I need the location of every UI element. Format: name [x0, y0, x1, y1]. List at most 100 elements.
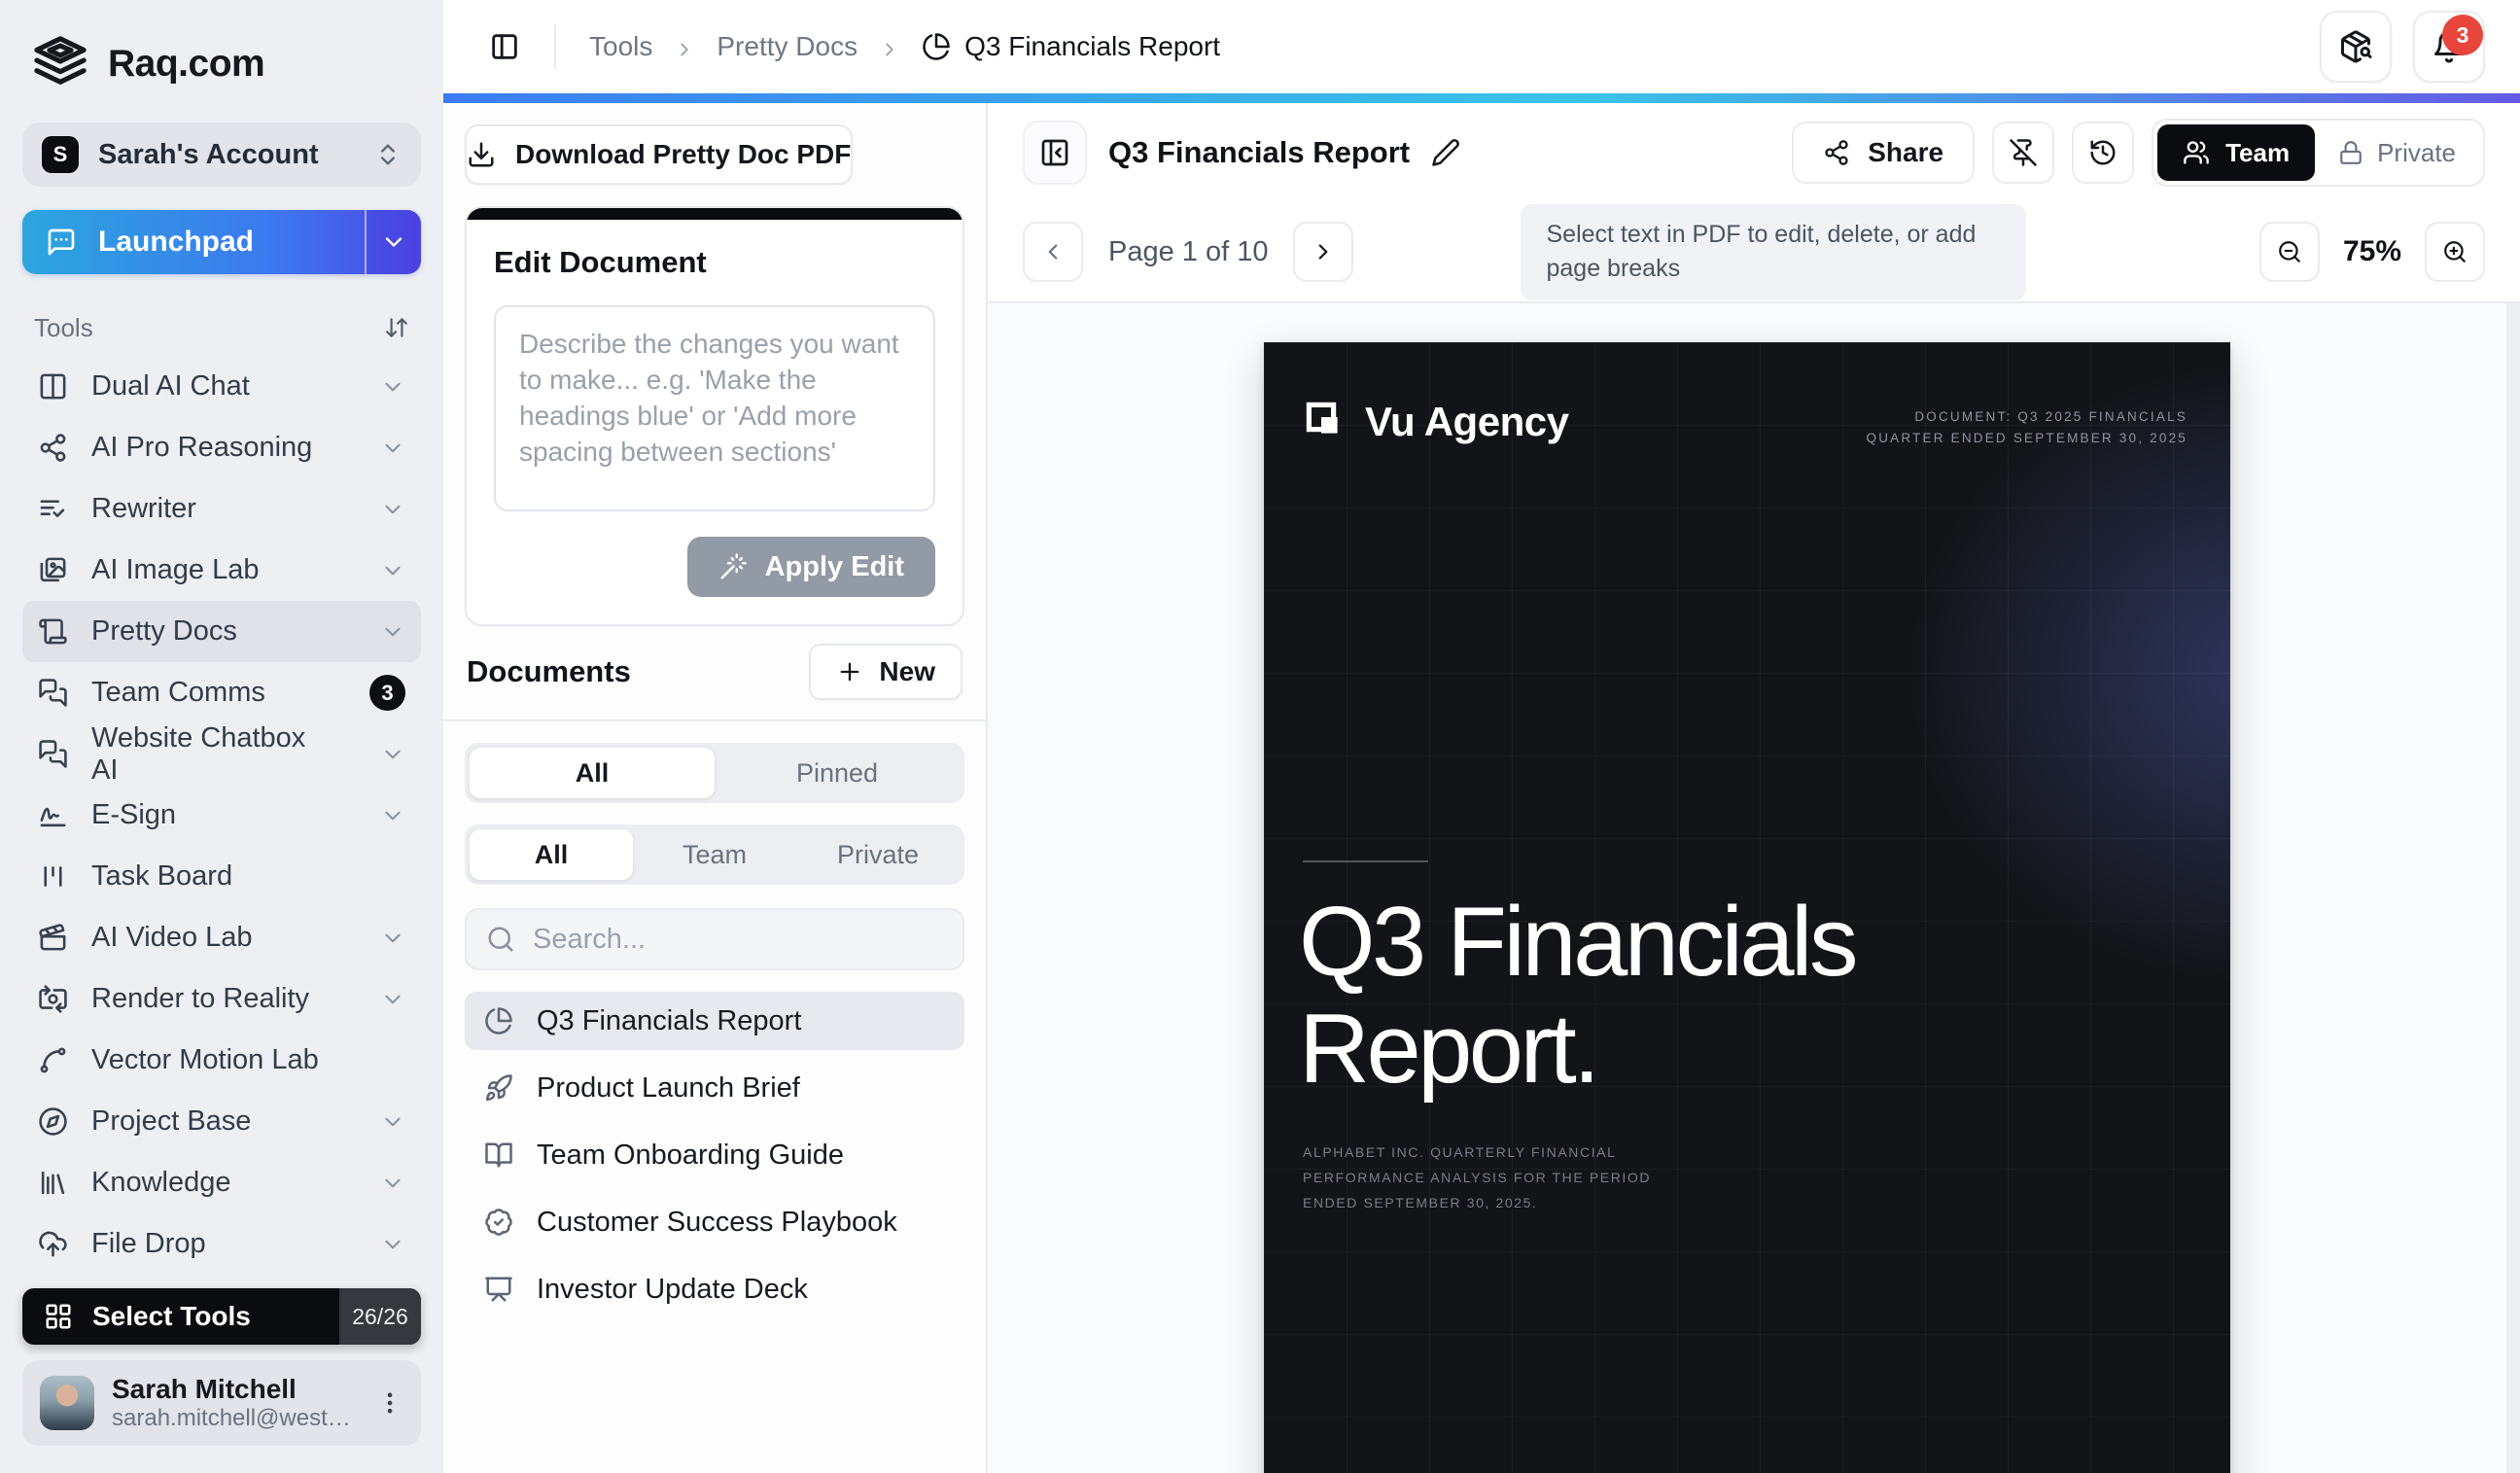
select-tools-button[interactable]: Select Tools 26/26: [22, 1288, 421, 1345]
next-page-button[interactable]: [1293, 222, 1353, 282]
sidebar-item-task-board[interactable]: Task Board: [22, 846, 421, 907]
launchpad-main[interactable]: Launchpad: [22, 210, 365, 274]
message-dots-icon: [46, 227, 77, 258]
tab-all[interactable]: All: [470, 829, 633, 880]
pdf-viewer: Q3 Financials Report Share: [988, 103, 2520, 1473]
visibility-private-button[interactable]: Private: [2315, 124, 2479, 181]
sidebar-toggle-icon[interactable]: [488, 30, 521, 63]
visibility-team-button[interactable]: Team: [2157, 124, 2315, 181]
tools-section-title: Tools: [34, 313, 93, 343]
history-button[interactable]: [2072, 122, 2134, 184]
zoom-controls: 75%: [2259, 222, 2485, 282]
sidebar-item-pretty-docs[interactable]: Pretty Docs: [22, 601, 421, 662]
pdf-divider-rule: [1303, 860, 1428, 862]
document-search: [465, 908, 964, 970]
visibility-private-label: Private: [2377, 138, 2456, 168]
pie-chart-icon: [922, 32, 951, 61]
chevron-down-icon: [380, 1109, 405, 1135]
sidebar-item-rewriter[interactable]: Rewriter: [22, 478, 421, 540]
pdf-meta-line1: DOCUMENT: Q3 2025 FINANCIALS: [1867, 406, 2188, 428]
scrollbar[interactable]: [2506, 303, 2520, 1473]
package-search-button[interactable]: [2320, 11, 2392, 83]
notification-badge: 3: [369, 675, 405, 711]
document-tools-panel: Download Pretty Doc PDF Edit Document Ap…: [443, 103, 988, 1473]
sidebar-item-e-sign[interactable]: E-Sign: [22, 785, 421, 846]
topbar-actions: 3: [2320, 11, 2485, 83]
switch-camera-icon: [38, 984, 68, 1014]
pdf-subtitle-line3: ENDED SEPTEMBER 30, 2025.: [1303, 1190, 1651, 1215]
apply-edit-button[interactable]: Apply Edit: [687, 537, 935, 597]
unpin-button[interactable]: [1992, 122, 2054, 184]
share-label: Share: [1868, 137, 1943, 168]
cloud-upload-icon: [38, 1229, 68, 1259]
sidebar-item-project-base[interactable]: Project Base: [22, 1091, 421, 1152]
pencil-icon: [1431, 138, 1460, 167]
select-tools-main[interactable]: Select Tools: [22, 1288, 339, 1345]
zoom-in-icon: [2442, 239, 2468, 264]
sidebar-item-ai-pro-reasoning[interactable]: AI Pro Reasoning: [22, 417, 421, 478]
pdf-canvas[interactable]: Vu Agency DOCUMENT: Q3 2025 FINANCIALS Q…: [988, 303, 2520, 1473]
sidebar-item-label: Knowledge: [91, 1167, 231, 1199]
edit-instructions-input[interactable]: [494, 305, 935, 511]
messages-icon: [38, 739, 68, 769]
list-item-customer-success[interactable]: Customer Success Playbook: [465, 1193, 964, 1251]
vu-agency-logo-text: Vu Agency: [1365, 399, 1568, 445]
edit-title-button[interactable]: [1431, 138, 1460, 167]
tab-team[interactable]: Team: [633, 829, 796, 880]
sidebar-item-label: Task Board: [91, 860, 232, 893]
plus-icon: [836, 658, 863, 685]
sidebar-item-ai-video-lab[interactable]: AI Video Lab: [22, 907, 421, 968]
spline-icon: [38, 1045, 68, 1075]
user-menu-button[interactable]: [376, 1389, 403, 1417]
chevron-down-icon: [380, 497, 405, 522]
sidebar-item-vector-motion-lab[interactable]: Vector Motion Lab: [22, 1030, 421, 1091]
sidebar-item-label: Pretty Docs: [91, 615, 237, 648]
sidebar-item-ai-image-lab[interactable]: AI Image Lab: [22, 540, 421, 601]
sidebar-item-render-to-reality[interactable]: Render to Reality: [22, 968, 421, 1030]
sidebar-item-team-comms[interactable]: Team Comms 3: [22, 662, 421, 723]
tab-all[interactable]: All: [470, 748, 715, 798]
breadcrumb-pretty-docs[interactable]: Pretty Docs: [717, 31, 858, 62]
new-document-button[interactable]: New: [809, 644, 962, 700]
list-item-q3-financials[interactable]: Q3 Financials Report: [465, 992, 964, 1050]
page-navigation-bar: Page 1 of 10 Select text in PDF to edit,…: [988, 202, 2520, 303]
launchpad-expand[interactable]: [365, 210, 421, 274]
sidebar-item-label: Vector Motion Lab: [91, 1044, 319, 1076]
tab-pinned[interactable]: Pinned: [715, 748, 960, 798]
pdf-page[interactable]: Vu Agency DOCUMENT: Q3 2025 FINANCIALS Q…: [1264, 342, 2230, 1473]
download-pdf-button[interactable]: Download Pretty Doc PDF: [465, 124, 853, 185]
search-input[interactable]: [533, 924, 943, 956]
list-item-label: Product Launch Brief: [537, 1072, 800, 1105]
list-item-team-onboarding[interactable]: Team Onboarding Guide: [465, 1126, 964, 1184]
collapse-panel-button[interactable]: [1023, 121, 1087, 185]
documents-title: Documents: [467, 654, 631, 689]
zoom-in-button[interactable]: [2425, 222, 2485, 282]
edit-document-card: Edit Document Apply Edit: [465, 206, 964, 626]
account-switcher[interactable]: S Sarah's Account: [22, 123, 421, 187]
previous-page-button[interactable]: [1023, 222, 1083, 282]
sidebar-item-knowledge[interactable]: Knowledge: [22, 1152, 421, 1213]
tab-private[interactable]: Private: [796, 829, 960, 880]
sidebar-bottom: Select Tools 26/26 Sarah Mitchell sarah.…: [22, 1288, 421, 1446]
notifications-button[interactable]: 3: [2413, 11, 2485, 83]
launchpad-button[interactable]: Launchpad: [22, 210, 421, 274]
download-pdf-label: Download Pretty Doc PDF: [515, 139, 851, 170]
pdf-subtitle: ALPHABET INC. QUARTERLY FINANCIAL PERFOR…: [1303, 1140, 1651, 1215]
sidebar-item-website-chatbox-ai[interactable]: Website Chatbox AI: [22, 723, 421, 785]
sidebar: Raq.com S Sarah's Account Launchpad Tool…: [0, 0, 443, 1473]
pdf-subtitle-line2: PERFORMANCE ANALYSIS FOR THE PERIOD: [1303, 1165, 1651, 1190]
pie-chart-icon: [484, 1006, 513, 1035]
list-item-investor-update[interactable]: Investor Update Deck: [465, 1260, 964, 1318]
sidebar-item-dual-ai-chat[interactable]: Dual AI Chat: [22, 356, 421, 417]
sidebar-item-file-drop[interactable]: File Drop: [22, 1213, 421, 1275]
user-card[interactable]: Sarah Mitchell sarah.mitchell@westbur...: [22, 1360, 421, 1446]
list-item-product-launch[interactable]: Product Launch Brief: [465, 1059, 964, 1117]
book-open-icon: [484, 1140, 513, 1170]
share-button[interactable]: Share: [1792, 122, 1975, 184]
zoom-out-button[interactable]: [2259, 222, 2320, 282]
breadcrumb-tools[interactable]: Tools: [589, 31, 652, 62]
user-name: Sarah Mitchell: [112, 1374, 359, 1405]
list-item-label: Q3 Financials Report: [537, 1005, 801, 1037]
sort-icon[interactable]: [384, 315, 409, 340]
chevron-down-icon: [380, 374, 405, 400]
